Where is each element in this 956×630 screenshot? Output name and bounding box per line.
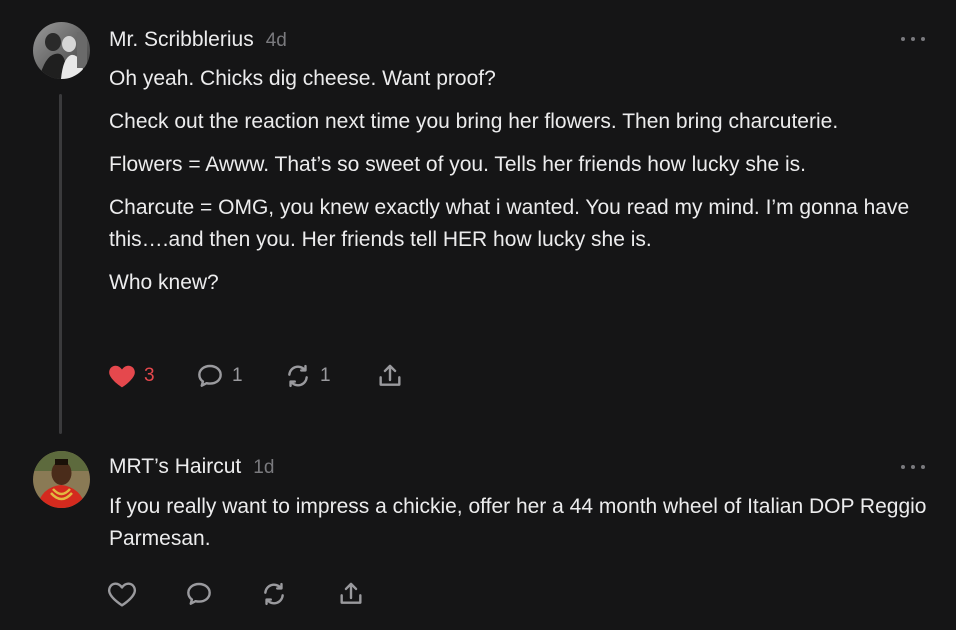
comment-body: Oh yeah. Chicks dig cheese. Want proof? …	[109, 63, 939, 310]
restack-icon	[288, 364, 308, 388]
restack-button[interactable]: 1	[282, 360, 331, 392]
comment-header: Mr. Scribblerius 4d	[109, 28, 287, 52]
like-button[interactable]: 3	[106, 360, 155, 392]
restack-icon	[264, 582, 284, 606]
comment-paragraph: Flowers = Awww. That’s so sweet of you. …	[109, 153, 807, 176]
comment-bubble-icon	[198, 364, 222, 387]
comment-body: If you really want to impress a chickie,…	[109, 491, 939, 566]
heart-icon	[107, 582, 137, 607]
more-options-icon[interactable]	[901, 34, 925, 44]
comment-author[interactable]: Mr. Scribblerius	[109, 28, 254, 52]
reply-button[interactable]: 1	[194, 360, 243, 392]
share-icon	[340, 582, 362, 604]
reply-button[interactable]	[183, 578, 215, 610]
more-options-icon[interactable]	[901, 462, 925, 472]
comment-paragraph: If you really want to impress a chickie,…	[109, 495, 927, 550]
comment-author[interactable]: MRT’s Haircut	[109, 455, 241, 479]
like-count: 3	[144, 365, 155, 386]
thread-line	[59, 94, 62, 434]
share-button[interactable]	[335, 578, 367, 610]
restack-button[interactable]	[258, 578, 290, 610]
share-icon	[379, 364, 401, 386]
heart-icon	[109, 365, 135, 388]
comment-bubble-icon	[187, 582, 211, 605]
avatar-mr-scribblerius[interactable]	[33, 22, 90, 79]
avatar-photo-bw	[33, 22, 90, 79]
restack-count: 1	[320, 365, 331, 386]
comment-header: MRT’s Haircut 1d	[109, 455, 274, 479]
comment-timestamp[interactable]: 4d	[266, 30, 287, 52]
comment-timestamp[interactable]: 1d	[253, 457, 274, 479]
comment-paragraph: Who knew?	[109, 271, 219, 294]
comment-paragraph: Oh yeah. Chicks dig cheese. Want proof?	[109, 67, 496, 90]
comment-paragraph: Charcute = OMG, you knew exactly what i …	[109, 196, 910, 251]
reply-count: 1	[232, 365, 243, 386]
comment-paragraph: Check out the reaction next time you bri…	[109, 110, 839, 133]
share-button[interactable]	[374, 360, 406, 392]
avatar-mrts-haircut[interactable]	[33, 451, 90, 508]
avatar-photo-color	[33, 451, 90, 508]
like-button[interactable]	[106, 578, 138, 610]
